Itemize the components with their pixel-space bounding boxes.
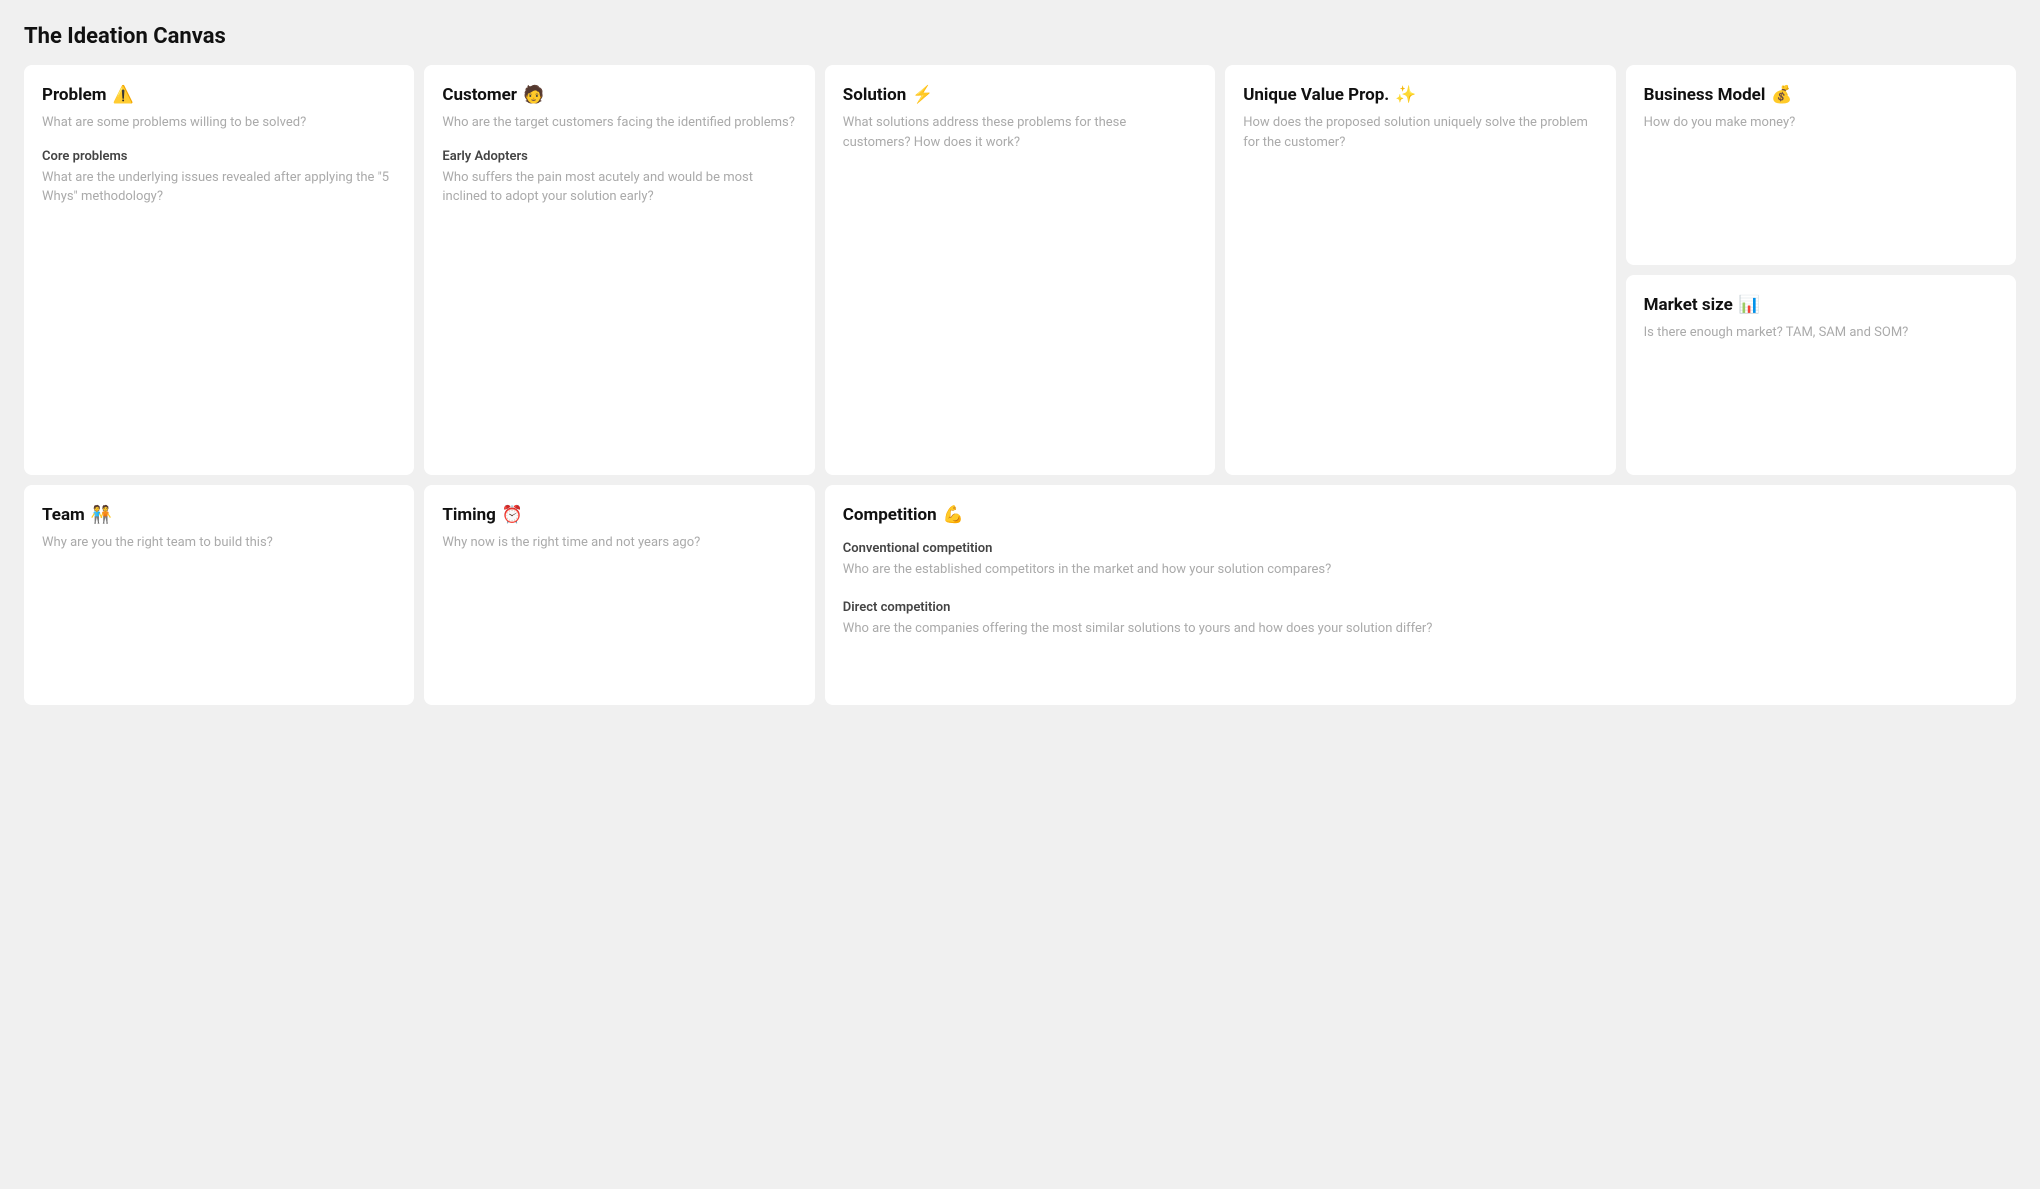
business-model-icon: 💰	[1771, 85, 1792, 105]
team-icon: 🧑‍🤝‍🧑	[91, 505, 112, 525]
solution-icon: ⚡	[912, 85, 933, 105]
canvas-grid: Problem ⚠️ What are some problems willin…	[24, 65, 2016, 705]
business-model-title: Business Model 💰	[1644, 85, 1998, 105]
market-size-description: Is there enough market? TAM, SAM and SOM…	[1644, 323, 1998, 343]
solution-title: Solution ⚡	[843, 85, 1197, 105]
team-description: Why are you the right team to build this…	[42, 533, 396, 553]
uvp-title: Unique Value Prop. ✨	[1243, 85, 1597, 105]
market-size-icon: 📊	[1739, 295, 1760, 315]
customer-title: Customer 🧑	[442, 85, 796, 105]
card-customer[interactable]: Customer 🧑 Who are the target customers …	[424, 65, 814, 475]
competition-sub1-description: Who are the established competitors in t…	[843, 560, 1998, 580]
card-market-size[interactable]: Market size 📊 Is there enough market? TA…	[1626, 275, 2016, 475]
card-solution[interactable]: Solution ⚡ What solutions address these …	[825, 65, 1215, 475]
problem-sub1-description: What are the underlying issues revealed …	[42, 168, 396, 207]
solution-title-text: Solution	[843, 85, 906, 105]
page-title: The Ideation Canvas	[24, 24, 2016, 49]
card-competition[interactable]: Competition 💪 Conventional competition W…	[825, 485, 2016, 705]
problem-sub1-title: Core problems	[42, 149, 396, 164]
customer-icon: 🧑	[523, 85, 544, 105]
competition-title: Competition 💪	[843, 505, 1998, 525]
problem-icon: ⚠️	[113, 85, 134, 105]
competition-sub2-title: Direct competition	[843, 600, 1998, 615]
team-title-text: Team	[42, 505, 85, 525]
card-timing[interactable]: Timing ⏰ Why now is the right time and n…	[424, 485, 814, 705]
timing-title: Timing ⏰	[442, 505, 796, 525]
customer-title-text: Customer	[442, 85, 517, 105]
business-model-title-text: Business Model	[1644, 85, 1766, 105]
right-column: Business Model 💰 How do you make money? …	[1626, 65, 2016, 475]
card-business-model[interactable]: Business Model 💰 How do you make money?	[1626, 65, 2016, 265]
competition-sub2-description: Who are the companies offering the most …	[843, 619, 1998, 639]
card-uvp[interactable]: Unique Value Prop. ✨ How does the propos…	[1225, 65, 1615, 475]
customer-description: Who are the target customers facing the …	[442, 113, 796, 133]
timing-description: Why now is the right time and not years …	[442, 533, 796, 553]
competition-title-text: Competition	[843, 505, 937, 525]
problem-description: What are some problems willing to be sol…	[42, 113, 396, 133]
customer-sub1-description: Who suffers the pain most acutely and wo…	[442, 168, 796, 207]
market-size-title: Market size 📊	[1644, 295, 1998, 315]
uvp-description: How does the proposed solution uniquely …	[1243, 113, 1597, 152]
card-problem[interactable]: Problem ⚠️ What are some problems willin…	[24, 65, 414, 475]
problem-title: Problem ⚠️	[42, 85, 396, 105]
uvp-icon: ✨	[1395, 85, 1416, 105]
timing-icon: ⏰	[502, 505, 523, 525]
uvp-title-text: Unique Value Prop.	[1243, 85, 1389, 105]
solution-description: What solutions address these problems fo…	[843, 113, 1197, 152]
business-model-description: How do you make money?	[1644, 113, 1998, 133]
problem-title-text: Problem	[42, 85, 107, 105]
timing-title-text: Timing	[442, 505, 496, 525]
market-size-title-text: Market size	[1644, 295, 1733, 315]
competition-icon: 💪	[943, 505, 964, 525]
team-title: Team 🧑‍🤝‍🧑	[42, 505, 396, 525]
customer-sub1-title: Early Adopters	[442, 149, 796, 164]
competition-sub1-title: Conventional competition	[843, 541, 1998, 556]
card-team[interactable]: Team 🧑‍🤝‍🧑 Why are you the right team to…	[24, 485, 414, 705]
